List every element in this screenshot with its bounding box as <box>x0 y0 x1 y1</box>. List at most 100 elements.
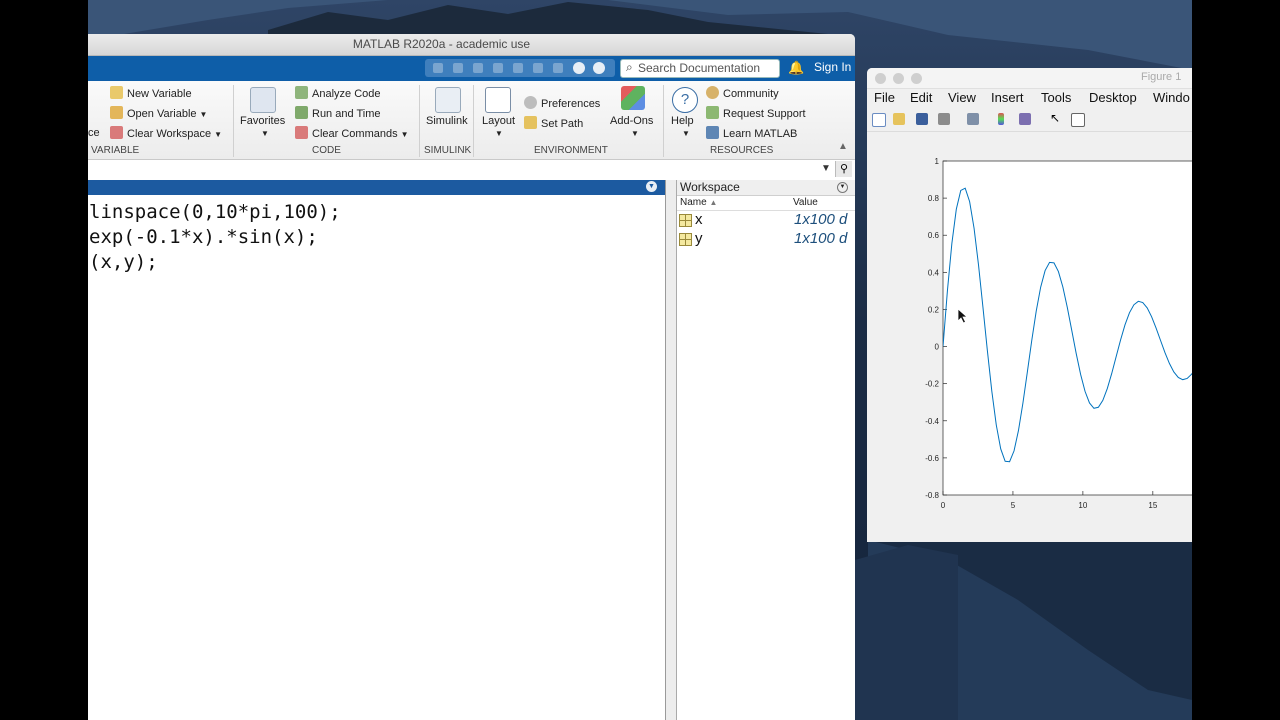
favorites-button[interactable]: Favorites <box>240 115 285 127</box>
name-column-header[interactable]: Name ▲ <box>680 197 717 208</box>
matlab-window: MATLAB R2020a - academic use ⌕ Search Do… <box>88 34 855 720</box>
folder-icon <box>524 116 537 129</box>
matlab-title-bar[interactable]: MATLAB R2020a - academic use <box>88 34 855 56</box>
undo-icon[interactable] <box>513 63 523 73</box>
menu-desktop[interactable]: Desktop <box>1089 90 1137 105</box>
community-button[interactable]: Community <box>706 86 779 100</box>
save-icon[interactable] <box>433 63 443 73</box>
copy-icon[interactable] <box>473 63 483 73</box>
panel-menu-icon[interactable]: ▼ <box>646 181 657 192</box>
search-icon[interactable]: ⚲ <box>835 161 852 177</box>
collapse-toolstrip-icon[interactable]: ▲ <box>838 141 848 152</box>
menu-file[interactable]: File <box>874 90 895 105</box>
community-label: Community <box>723 88 779 100</box>
y-tick-label: 0.6 <box>928 231 940 240</box>
property-inspector-icon[interactable] <box>1071 113 1085 127</box>
x-tick-label: 15 <box>1148 501 1157 510</box>
command-window-text[interactable]: linspace(0,10*pi,100); exp(-0.1*x).*sin(… <box>89 200 341 275</box>
open-variable-icon <box>110 106 123 119</box>
menu-view[interactable]: View <box>948 90 976 105</box>
menu-tools[interactable]: Tools <box>1041 90 1071 105</box>
command-window[interactable]: ▼ linspace(0,10*pi,100); exp(-0.1*x).*si… <box>88 180 666 720</box>
notification-bell-icon[interactable]: 🔔 <box>788 60 804 76</box>
learn-matlab-label: Learn MATLAB <box>723 128 798 140</box>
clear-workspace-button[interactable]: Clear Workspace ▼ <box>110 126 222 140</box>
request-support-button[interactable]: Request Support <box>706 106 806 120</box>
chevron-down-icon[interactable]: ▼ <box>258 127 269 139</box>
redo-icon[interactable] <box>533 63 543 73</box>
section-label-variable: VARIABLE <box>91 145 140 156</box>
analyze-code-icon <box>295 86 308 99</box>
variable-name: y <box>695 230 703 247</box>
close-window-icon[interactable] <box>875 73 886 84</box>
chevron-down-icon[interactable]: ▼ <box>628 127 639 139</box>
home-ribbon: ce New Variable Open Variable ▼ Clear Wor… <box>88 81 855 160</box>
panel-menu-icon[interactable]: ▼ <box>837 182 848 193</box>
pointer-icon[interactable]: ↖ <box>1050 111 1062 125</box>
value-column-header[interactable]: Value <box>793 197 818 208</box>
plot-area[interactable]: 10.80.60.40.20-0.2-0.4-0.6-0.80 5 10 15 <box>867 130 1192 542</box>
variable-value: 1x100 d <box>794 230 848 247</box>
new-figure-icon[interactable] <box>872 113 886 127</box>
menu-insert[interactable]: Insert <box>991 90 1024 105</box>
section-label-environment: ENVIRONMENT <box>534 145 608 156</box>
figure-menu-bar: File Edit View Insert Tools Desktop Wind… <box>867 89 1192 109</box>
section-label-simulink: SIMULINK <box>424 145 472 156</box>
run-and-time-button[interactable]: Run and Time <box>295 106 380 120</box>
axes-box[interactable] <box>942 160 1192 496</box>
menu-edit[interactable]: Edit <box>910 90 932 105</box>
legend-icon[interactable] <box>1019 113 1031 125</box>
workspace-row[interactable]: y 1x100 d <box>677 230 855 249</box>
x-tick-label: 5 <box>1011 501 1016 510</box>
chevron-down-icon[interactable]: ▼ <box>679 127 690 139</box>
variable-value: 1x100 d <box>794 211 848 228</box>
add-ons-button[interactable]: Add-Ons <box>610 115 653 127</box>
new-variable-button[interactable]: New Variable <box>110 86 192 100</box>
switch-windows-icon[interactable] <box>553 63 563 73</box>
learn-matlab-button[interactable]: Learn MATLAB <box>706 126 797 140</box>
layout-icon <box>485 87 511 113</box>
clear-commands-label: Clear Commands <box>312 128 398 140</box>
save-icon[interactable] <box>916 113 928 125</box>
eraser-icon <box>295 126 308 139</box>
figure-title-bar[interactable]: Figure 1 <box>867 68 1192 89</box>
workspace-row[interactable]: x 1x100 d <box>677 211 855 230</box>
add-ons-icon <box>621 86 645 110</box>
paste-icon[interactable] <box>493 63 503 73</box>
menu-window[interactable]: Windo <box>1153 90 1190 105</box>
link-plot-icon[interactable] <box>967 113 979 125</box>
code-line: exp(-0.1*x).*sin(x); <box>89 226 318 248</box>
clear-commands-button[interactable]: Clear Commands ▼ <box>295 126 409 140</box>
code-line: linspace(0,10*pi,100); <box>89 201 341 223</box>
search-documentation-input[interactable]: ⌕ Search Documentation <box>620 59 780 78</box>
help-icon[interactable] <box>573 62 585 74</box>
run-and-time-label: Run and Time <box>312 108 381 120</box>
analyze-code-button[interactable]: Analyze Code <box>295 86 381 100</box>
customize-toolbar-icon[interactable] <box>593 62 605 74</box>
search-placeholder: Search Documentation <box>638 61 761 75</box>
figure-window: Figure 1 File Edit View Insert Tools Des… <box>867 68 1192 542</box>
colorbar-icon[interactable] <box>998 113 1004 125</box>
open-file-icon[interactable] <box>893 113 905 125</box>
chevron-down-icon[interactable]: ▼ <box>492 127 503 139</box>
chevron-down-icon: ▼ <box>199 110 208 119</box>
help-button[interactable]: Help <box>671 115 694 127</box>
cut-icon[interactable] <box>453 63 463 73</box>
layout-button[interactable]: Layout <box>482 115 515 127</box>
partial-button-label[interactable]: ce <box>88 127 100 139</box>
workspace-panel: Workspace ▼ Name ▲ Value x 1x100 d y 1x1… <box>676 180 855 720</box>
set-path-button[interactable]: Set Path <box>524 116 583 130</box>
simulink-button[interactable]: Simulink <box>426 115 468 127</box>
panel-splitter[interactable] <box>666 180 676 720</box>
minimize-window-icon[interactable] <box>893 73 904 84</box>
open-variable-button[interactable]: Open Variable ▼ <box>110 106 207 120</box>
sign-in-link[interactable]: Sign In <box>814 60 851 74</box>
current-folder-address-bar[interactable]: ▼ ⚲ <box>88 160 855 181</box>
print-icon[interactable] <box>938 113 950 125</box>
chevron-down-icon[interactable]: ▼ <box>821 163 831 174</box>
preferences-button[interactable]: Preferences <box>524 96 600 110</box>
zoom-window-icon[interactable] <box>911 73 922 84</box>
new-variable-label: New Variable <box>127 88 192 100</box>
section-label-resources: RESOURCES <box>710 145 774 156</box>
chevron-down-icon: ▼ <box>400 130 409 139</box>
